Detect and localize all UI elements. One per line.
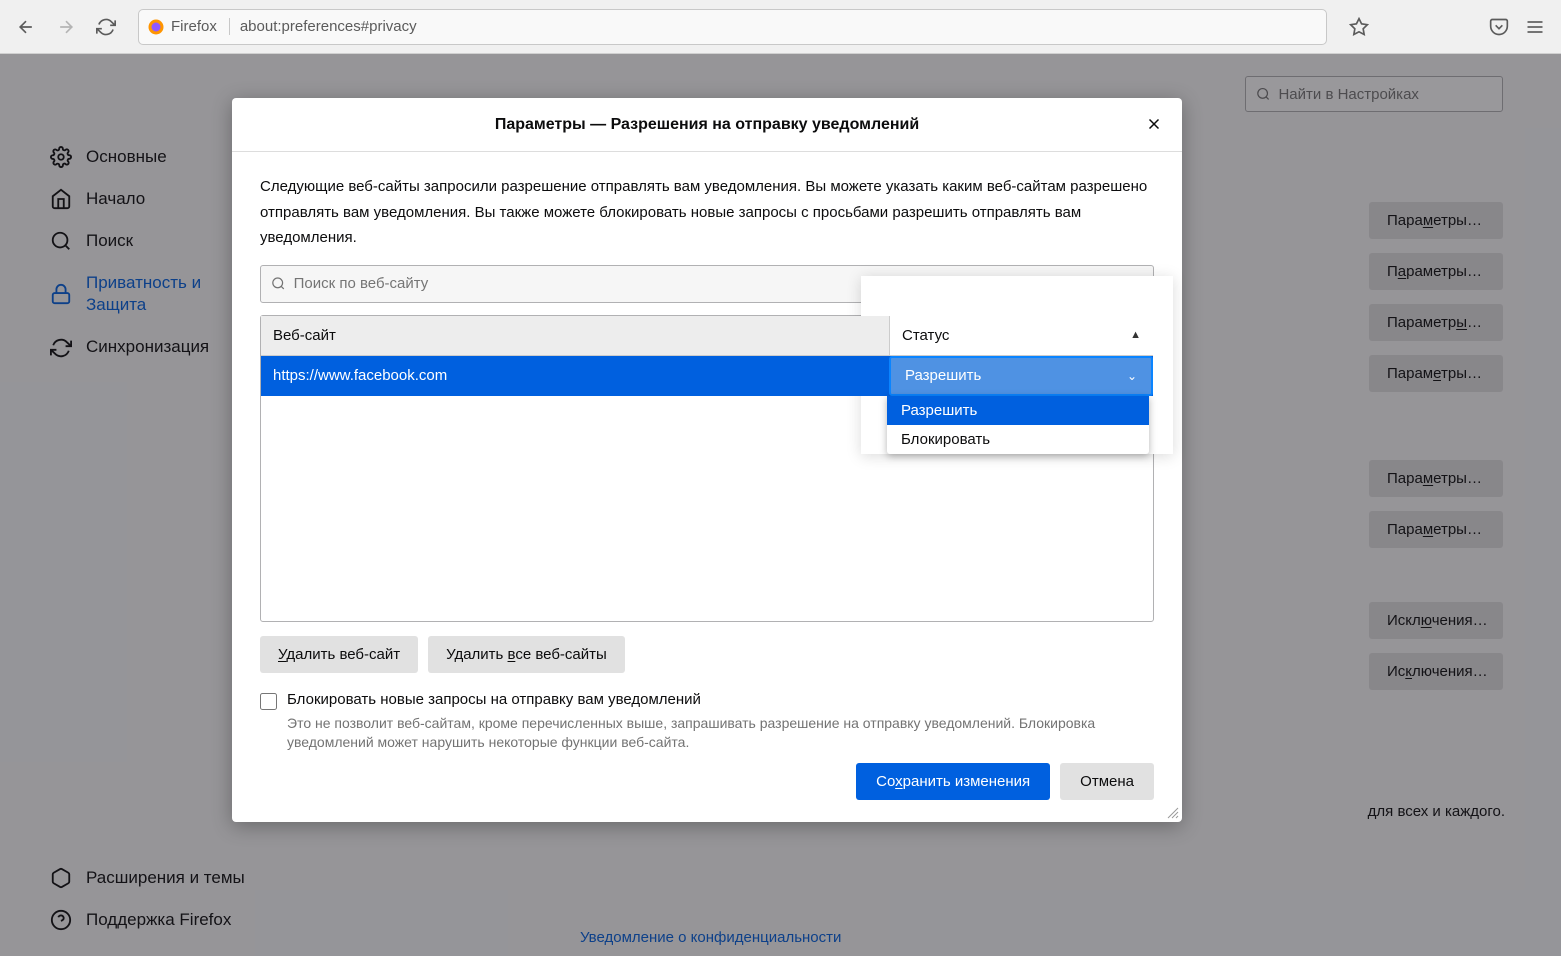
dialog-description: Следующие веб-сайты запросили разрешение…	[260, 174, 1154, 251]
search-icon	[271, 276, 286, 291]
cancel-button[interactable]: Отмена	[1060, 763, 1154, 800]
close-button[interactable]	[1142, 112, 1166, 136]
column-status[interactable]: Статус ▲	[889, 316, 1153, 355]
save-button[interactable]: Сохранить изменения	[856, 763, 1050, 800]
block-new-requests-row: Блокировать новые запросы на отправку ва…	[260, 691, 1154, 753]
dialog-title: Параметры — Разрешения на отправку уведо…	[495, 116, 919, 134]
block-new-requests-checkbox[interactable]	[260, 693, 277, 710]
address-bar[interactable]: Firefox about:preferences#privacy	[138, 9, 1327, 45]
close-icon	[1145, 115, 1163, 133]
dropdown-option-allow[interactable]: Разрешить	[887, 396, 1149, 425]
firefox-icon	[147, 18, 165, 36]
pocket-icon[interactable]	[1483, 11, 1515, 43]
status-dropdown: Разрешить Блокировать	[887, 396, 1149, 454]
status-select[interactable]: Разрешить ⌄	[889, 356, 1153, 396]
column-website[interactable]: Веб-сайт	[261, 327, 889, 344]
notification-permissions-dialog: Параметры — Разрешения на отправку уведо…	[232, 98, 1182, 822]
browser-toolbar: Firefox about:preferences#privacy	[0, 0, 1561, 54]
dropdown-option-block[interactable]: Блокировать	[887, 425, 1149, 454]
block-label: Блокировать новые запросы на отправку ва…	[287, 691, 1154, 708]
site-url: https://www.facebook.com	[261, 367, 889, 384]
reload-button[interactable]	[90, 11, 122, 43]
dialog-header: Параметры — Разрешения на отправку уведо…	[232, 98, 1182, 152]
chevron-down-icon: ⌄	[1127, 369, 1137, 383]
sites-table: Веб-сайт Статус ▲ https://www.facebook.c…	[260, 315, 1154, 622]
bookmark-star-icon[interactable]	[1343, 11, 1375, 43]
hamburger-menu-icon[interactable]	[1519, 11, 1551, 43]
sort-indicator-icon: ▲	[1130, 329, 1141, 341]
block-description: Это не позволит веб-сайтам, кроме перечи…	[287, 714, 1154, 753]
resize-handle-icon[interactable]	[1166, 806, 1180, 820]
site-row[interactable]: https://www.facebook.com Разрешить ⌄	[261, 356, 1153, 396]
firefox-label: Firefox	[171, 18, 217, 35]
status-value: Разрешить	[905, 367, 981, 384]
url-text: about:preferences#privacy	[229, 18, 417, 35]
remove-all-sites-button[interactable]: Удалить все веб-сайты	[428, 636, 625, 673]
forward-button[interactable]	[50, 11, 82, 43]
remove-site-button[interactable]: Удалить веб-сайт	[260, 636, 418, 673]
back-button[interactable]	[10, 11, 42, 43]
